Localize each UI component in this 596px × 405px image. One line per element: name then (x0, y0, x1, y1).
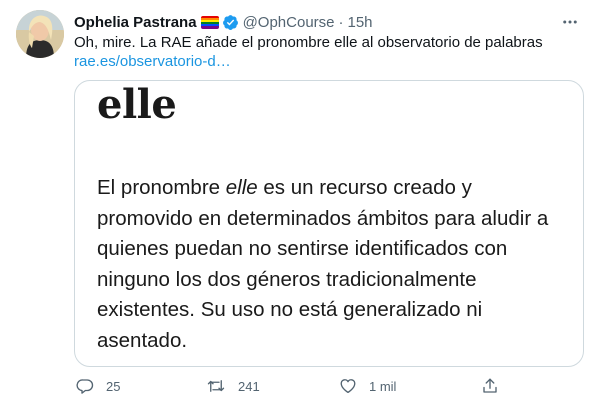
share-button[interactable] (481, 374, 499, 398)
card-body-line: existentes. Su uso no está generalizado … (97, 298, 483, 321)
tweet[interactable]: Ophelia Pastrana @OphCourse · 15h Oh, mi… (0, 0, 596, 405)
reply-count: 25 (106, 378, 121, 394)
avatar[interactable] (16, 10, 64, 58)
card-body-emphasis: elle (225, 176, 258, 199)
header-separator: · (338, 13, 344, 31)
author-handle[interactable]: @OphCourse (243, 14, 335, 31)
tweet-link[interactable]: rae.es/observatorio-d… (74, 52, 231, 72)
card-body-text: El pronombre (97, 176, 226, 199)
tweet-text: Oh, mire. La RAE añade el pronombre elle… (74, 34, 543, 51)
card-body-line: ninguno los dos géneros tradicionalmente (97, 267, 477, 291)
retweet-button[interactable]: 241 (206, 374, 260, 398)
card-body-text: es un recurso creado y (257, 176, 472, 199)
more-options-icon[interactable] (558, 12, 582, 32)
card-body-line: quienes puedan no sentirse identificados… (97, 237, 508, 260)
like-button[interactable]: 1 mil (339, 374, 396, 398)
retweet-icon (206, 377, 226, 395)
card-body-line: promovido en determinados ámbitos para a… (97, 206, 549, 230)
like-count: 1 mil (369, 378, 397, 394)
tweet-header: Ophelia Pastrana @OphCourse · 15h (74, 12, 373, 32)
link-card[interactable]: elle El pronombre elle es un recurso cre… (74, 80, 584, 367)
card-title: elle (97, 81, 177, 128)
tweet-actions: 25 241 1 mil (74, 374, 584, 398)
card-body-line: El pronombre elle es un recurso creado y (97, 173, 577, 204)
author-name[interactable]: Ophelia Pastrana (74, 14, 197, 31)
retweet-count: 241 (238, 378, 260, 394)
card-body: El pronombre elle es un recurso creado y… (97, 173, 577, 356)
card-body-line: asentado. (97, 328, 188, 352)
avatar-image (16, 10, 64, 58)
reply-button[interactable]: 25 (76, 374, 120, 398)
share-icon (481, 377, 499, 395)
rainbow-flag-icon (200, 15, 219, 29)
verified-badge-icon (222, 14, 239, 31)
heart-icon (339, 377, 357, 395)
reply-icon (76, 377, 94, 395)
tweet-time[interactable]: 15h (348, 14, 373, 31)
